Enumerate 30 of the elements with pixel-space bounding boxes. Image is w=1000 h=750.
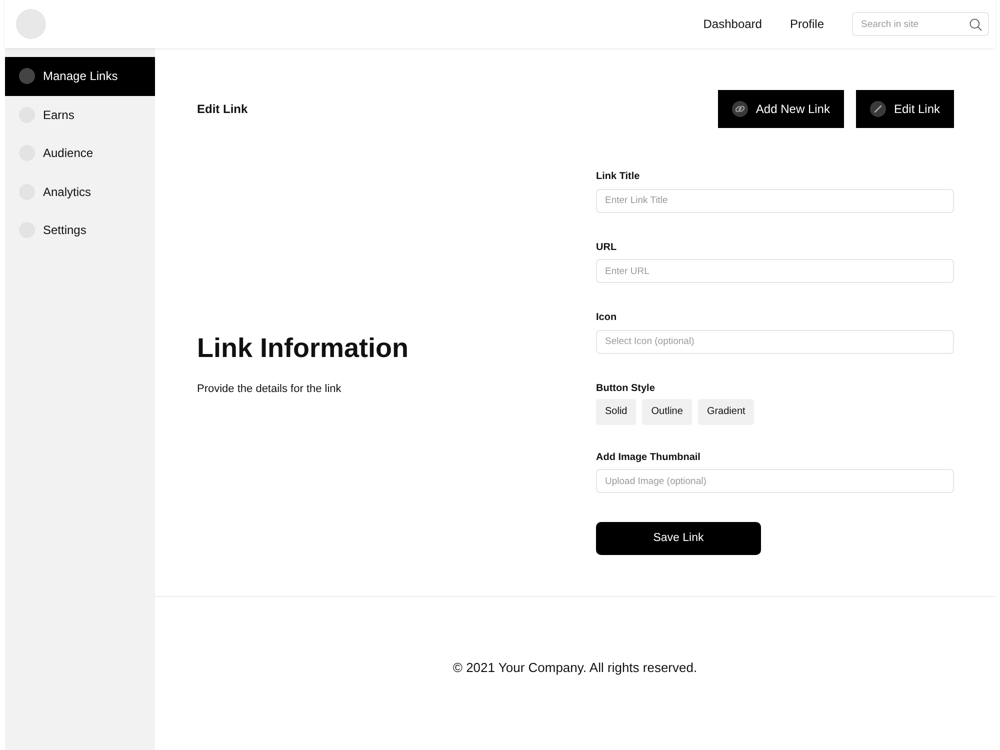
- field-label: Add Image Thumbnail: [596, 452, 702, 464]
- input-field[interactable]: Enter URL: [596, 259, 954, 283]
- input-field[interactable]: Enter Link Title: [596, 188, 954, 212]
- link-icon: [732, 101, 748, 117]
- pencil-icon: [870, 101, 886, 117]
- section-description: Provide the details for the link: [197, 383, 342, 395]
- field-label: Button Style: [596, 382, 656, 394]
- sidebar-item[interactable]: Settings: [5, 211, 155, 250]
- copyright-text: © 2021 Your Company. All rights reserved.: [452, 658, 698, 677]
- circle-icon: [19, 68, 35, 84]
- field-label: Icon: [596, 312, 618, 324]
- nav-link[interactable]: Dashboard: [703, 15, 762, 33]
- input-field[interactable]: Upload Image (optional): [596, 469, 954, 493]
- action-button[interactable]: Edit Link: [856, 90, 954, 128]
- input-field[interactable]: Select Icon (optional): [596, 330, 954, 354]
- style-option[interactable]: Outline: [642, 398, 692, 424]
- sidebar-item[interactable]: Analytics: [5, 172, 155, 211]
- action-button[interactable]: Add New Link: [718, 90, 844, 128]
- sidebar-item[interactable]: Manage Links: [5, 57, 155, 96]
- page-title: Edit Link: [197, 101, 248, 118]
- field-label: Link Title: [596, 171, 641, 183]
- sidebar-item[interactable]: Audience: [5, 134, 155, 172]
- search-field[interactable]: Search in site: [852, 12, 989, 36]
- save-button[interactable]: Save Link: [596, 522, 761, 555]
- section-title: Link Information: [197, 332, 410, 365]
- sidebar-item[interactable]: Earns: [5, 96, 155, 134]
- style-option[interactable]: Solid: [596, 398, 636, 424]
- style-option[interactable]: Gradient: [698, 398, 754, 424]
- field-label: URL: [596, 242, 618, 254]
- nav-link[interactable]: Profile: [790, 15, 824, 33]
